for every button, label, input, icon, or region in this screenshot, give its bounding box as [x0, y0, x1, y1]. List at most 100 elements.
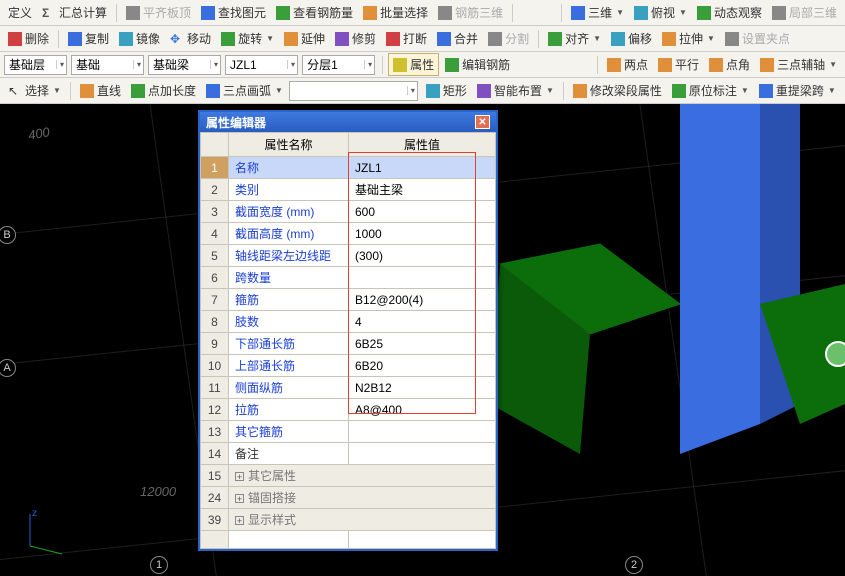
prop-name-cell[interactable]: 截面高度 (mm): [229, 223, 349, 245]
split-btn[interactable]: 分割: [484, 28, 533, 49]
prop-value-cell[interactable]: 1000: [349, 223, 496, 245]
prop-name-cell[interactable]: 其它箍筋: [229, 421, 349, 443]
table-row[interactable]: 5 轴线距梁左边线距 (300): [201, 245, 496, 267]
pos-mark-btn[interactable]: 原位标注▼: [668, 80, 753, 101]
prop-name-cell[interactable]: 跨数量: [229, 267, 349, 289]
prop-value-cell[interactable]: 6B25: [349, 333, 496, 355]
prop-value-cell[interactable]: A8@400: [349, 399, 496, 421]
break-btn[interactable]: 打断: [382, 28, 431, 49]
table-row[interactable]: 9 下部通长筋 6B25: [201, 333, 496, 355]
line-btn[interactable]: 直线: [76, 80, 125, 101]
select-btn[interactable]: ↖选择▼: [4, 80, 65, 101]
prop-value-cell[interactable]: [349, 421, 496, 443]
stretch-btn[interactable]: 拉伸▼: [658, 28, 719, 49]
prop-name-cell[interactable]: 下部通长筋: [229, 333, 349, 355]
propwin-titlebar[interactable]: 属性编辑器 ✕: [200, 112, 496, 132]
delete-btn[interactable]: 删除: [4, 28, 53, 49]
table-row[interactable]: 7 箍筋 B12@200(4): [201, 289, 496, 311]
mirror-btn[interactable]: 镜像: [115, 28, 164, 49]
table-row-expand[interactable]: 39 +显示样式: [201, 509, 496, 531]
merge-btn[interactable]: 合并: [433, 28, 482, 49]
prop-name-cell[interactable]: 上部通长筋: [229, 355, 349, 377]
table-row[interactable]: 1 名称 JZL1: [201, 157, 496, 179]
table-row[interactable]: 4 截面高度 (mm) 1000: [201, 223, 496, 245]
expand-group[interactable]: +显示样式: [229, 509, 496, 531]
define-btn[interactable]: 定义: [4, 2, 36, 23]
expand-group[interactable]: +锚固搭接: [229, 487, 496, 509]
category-combo[interactable]: 基础▾: [71, 55, 144, 75]
draw-combo[interactable]: ▾: [289, 81, 418, 101]
table-row[interactable]: 14 备注: [201, 443, 496, 465]
smart-arrange-btn[interactable]: 智能布置▼: [473, 80, 558, 101]
redo-span-btn[interactable]: 重提梁跨▼: [755, 80, 840, 101]
rebar-3d-btn[interactable]: 钢筋三维: [434, 2, 507, 23]
setgrip-btn[interactable]: 设置夹点: [721, 28, 794, 49]
prop-value-cell[interactable]: JZL1: [349, 157, 496, 179]
prop-value-cell[interactable]: [349, 443, 496, 465]
prop-value-cell[interactable]: 4: [349, 311, 496, 333]
view-3d-btn[interactable]: 三维▼: [567, 2, 628, 23]
view-rebar-btn[interactable]: 查看钢筋量: [272, 2, 357, 23]
arc3pt-btn[interactable]: 三点画弧▼: [202, 80, 287, 101]
trim-btn[interactable]: 修剪: [331, 28, 380, 49]
overlook-btn[interactable]: 俯视▼: [630, 2, 691, 23]
batch-sel-btn[interactable]: 批量选择: [359, 2, 432, 23]
rect-btn[interactable]: 矩形: [422, 80, 471, 101]
move-btn[interactable]: ✥移动: [166, 28, 215, 49]
prop-name-cell[interactable]: 截面宽度 (mm): [229, 201, 349, 223]
prop-name-cell[interactable]: 侧面纵筋: [229, 377, 349, 399]
sublayer-combo[interactable]: 分层1▾: [302, 55, 375, 75]
prop-value-cell[interactable]: 基础主梁: [349, 179, 496, 201]
table-row-expand[interactable]: 24 +锚固搭接: [201, 487, 496, 509]
plus-icon[interactable]: +: [235, 472, 244, 481]
edit-rebar-btn[interactable]: 编辑钢筋: [441, 54, 514, 75]
table-row[interactable]: 12 拉筋 A8@400: [201, 399, 496, 421]
close-icon[interactable]: ✕: [475, 115, 490, 129]
pt-addlen-btn[interactable]: 点加长度: [127, 80, 200, 101]
prop-value-cell[interactable]: (300): [349, 245, 496, 267]
flat-btn[interactable]: 平齐板顶: [122, 2, 195, 23]
prop-value-cell[interactable]: 600: [349, 201, 496, 223]
property-editor-window[interactable]: 属性编辑器 ✕ 属性名称 属性值 1 名称 JZL12 类别 基础主梁3 截面宽…: [198, 110, 498, 551]
sum-btn[interactable]: Σ汇总计算: [38, 2, 111, 23]
prop-name-cell[interactable]: 拉筋: [229, 399, 349, 421]
offset-btn[interactable]: 偏移: [607, 28, 656, 49]
align-btn[interactable]: 对齐▼: [544, 28, 605, 49]
find-btn[interactable]: 查找图元: [197, 2, 270, 23]
type-combo[interactable]: 基础梁▾: [148, 55, 221, 75]
twopoint-btn[interactable]: 两点: [603, 54, 652, 75]
ptangle-btn[interactable]: 点角: [705, 54, 754, 75]
expand-group[interactable]: +其它属性: [229, 465, 496, 487]
prop-value-cell[interactable]: N2B12: [349, 377, 496, 399]
member-combo[interactable]: JZL1▾: [225, 55, 298, 75]
table-row[interactable]: 2 类别 基础主梁: [201, 179, 496, 201]
prop-value-cell[interactable]: 6B20: [349, 355, 496, 377]
rotate-btn[interactable]: 旋转▼: [217, 28, 278, 49]
prop-name-cell[interactable]: 备注: [229, 443, 349, 465]
prop-name-cell[interactable]: 轴线距梁左边线距: [229, 245, 349, 267]
copy-btn[interactable]: 复制: [64, 28, 113, 49]
mod-span-btn[interactable]: 修改梁段属性: [569, 80, 666, 101]
prop-value-cell[interactable]: [349, 267, 496, 289]
table-row-expand[interactable]: 15 +其它属性: [201, 465, 496, 487]
extend-btn[interactable]: 延伸: [280, 28, 329, 49]
prop-value-cell[interactable]: B12@200(4): [349, 289, 496, 311]
table-row[interactable]: 8 肢数 4: [201, 311, 496, 333]
prop-name-cell[interactable]: 肢数: [229, 311, 349, 333]
table-row[interactable]: 13 其它箍筋: [201, 421, 496, 443]
plus-icon[interactable]: +: [235, 494, 244, 503]
props-btn[interactable]: 属性: [388, 53, 439, 76]
layer-combo[interactable]: 基础层▾: [4, 55, 67, 75]
table-row[interactable]: 6 跨数量: [201, 267, 496, 289]
local-3d-btn[interactable]: 局部三维: [768, 2, 841, 23]
prop-name-cell[interactable]: 箍筋: [229, 289, 349, 311]
table-row[interactable]: 10 上部通长筋 6B20: [201, 355, 496, 377]
parallel-btn[interactable]: 平行: [654, 54, 703, 75]
dyn-view-btn[interactable]: 动态观察: [693, 2, 766, 23]
prop-name-cell[interactable]: 类别: [229, 179, 349, 201]
plus-icon[interactable]: +: [235, 516, 244, 525]
threept-btn[interactable]: 三点辅轴▼: [756, 54, 841, 75]
prop-name-cell[interactable]: 名称: [229, 157, 349, 179]
table-row[interactable]: 11 侧面纵筋 N2B12: [201, 377, 496, 399]
table-row[interactable]: 3 截面宽度 (mm) 600: [201, 201, 496, 223]
